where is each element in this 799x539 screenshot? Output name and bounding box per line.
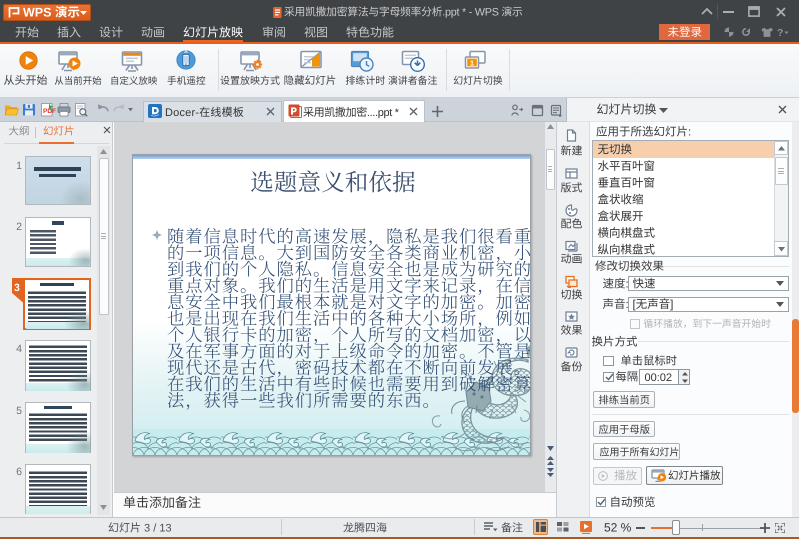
- svg-text:1: 1: [470, 58, 474, 67]
- svg-text:?: ?: [777, 27, 783, 37]
